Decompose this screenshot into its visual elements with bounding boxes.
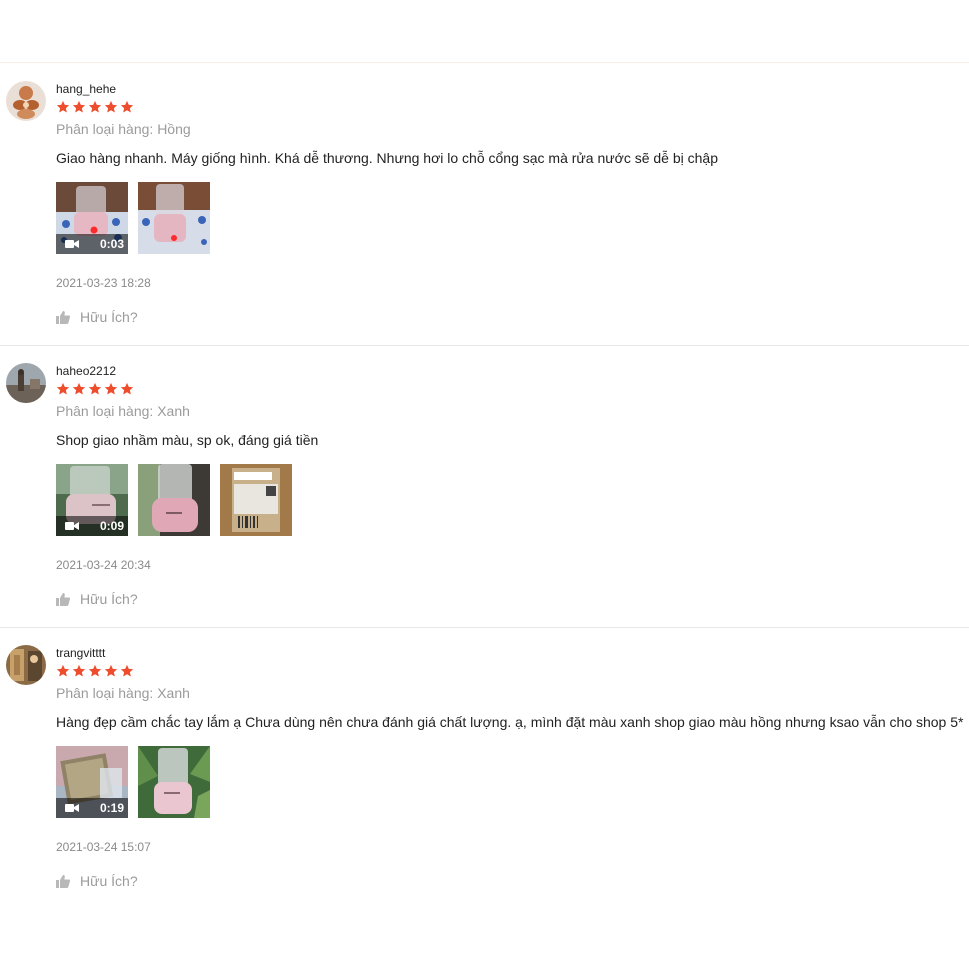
star-icon bbox=[120, 664, 134, 677]
star-icon bbox=[56, 382, 70, 395]
avatar[interactable] bbox=[6, 645, 46, 685]
top-divider bbox=[0, 62, 969, 63]
video-duration: 0:09 bbox=[99, 519, 124, 533]
variation-label: Phân loại hàng: Xanh bbox=[56, 403, 190, 419]
star-icon bbox=[104, 664, 118, 677]
star-icon bbox=[120, 100, 134, 113]
star-icon bbox=[88, 100, 102, 113]
review-image-thumbnail[interactable] bbox=[138, 464, 210, 536]
username[interactable]: haheo2212 bbox=[56, 364, 116, 378]
helpful-label: Hữu Ích? bbox=[80, 873, 138, 889]
helpful-label: Hữu Ích? bbox=[80, 309, 138, 325]
helpful-button[interactable]: Hữu Ích? bbox=[56, 591, 138, 607]
star-icon bbox=[88, 382, 102, 395]
thumbs-up-icon bbox=[56, 874, 70, 888]
review-image-thumbnail[interactable] bbox=[138, 182, 210, 254]
review-video-thumbnail[interactable]: 0:03 bbox=[56, 182, 128, 254]
variation-label: Phân loại hàng: Hồng bbox=[56, 121, 191, 137]
review-video-thumbnail[interactable]: 0:19 bbox=[56, 746, 128, 818]
review-media: 0:09 bbox=[56, 464, 292, 536]
star-icon bbox=[56, 100, 70, 113]
review-video-thumbnail[interactable]: 0:09 bbox=[56, 464, 128, 536]
review-comment: Hàng đẹp cầm chắc tay lắm ạ Chưa dùng nê… bbox=[56, 714, 964, 730]
review-image-thumbnail[interactable] bbox=[138, 746, 210, 818]
star-icon bbox=[56, 664, 70, 677]
helpful-button[interactable]: Hữu Ích? bbox=[56, 309, 138, 325]
avatar[interactable] bbox=[6, 363, 46, 403]
star-icon bbox=[104, 100, 118, 113]
star-icon bbox=[104, 382, 118, 395]
review-comment: Giao hàng nhanh. Máy giống hình. Khá dễ … bbox=[56, 150, 718, 166]
star-icon bbox=[72, 100, 86, 113]
star-icon bbox=[88, 664, 102, 677]
review-item: haheo2212 Phân loại hàng: Xanh Shop giao… bbox=[0, 346, 969, 628]
video-camera-icon bbox=[65, 240, 79, 248]
thumbs-up-icon bbox=[56, 310, 70, 324]
review-comment: Shop giao nhầm màu, sp ok, đáng giá tiền bbox=[56, 432, 319, 448]
star-icon bbox=[72, 382, 86, 395]
review-date: 2021-03-23 18:28 bbox=[56, 276, 151, 290]
username[interactable]: hang_hehe bbox=[56, 82, 116, 96]
video-camera-icon bbox=[65, 804, 79, 812]
review-item: hang_hehe Phân loại hàng: Hồng Giao hàng… bbox=[0, 64, 969, 346]
video-duration: 0:19 bbox=[99, 801, 124, 815]
video-camera-icon bbox=[65, 522, 79, 530]
helpful-button[interactable]: Hữu Ích? bbox=[56, 873, 138, 889]
star-rating bbox=[56, 382, 134, 398]
review-date: 2021-03-24 20:34 bbox=[56, 558, 151, 572]
review-item: trangvitttt Phân loại hàng: Xanh Hàng đẹ… bbox=[0, 628, 969, 910]
thumbs-up-icon bbox=[56, 592, 70, 606]
video-duration: 0:03 bbox=[99, 237, 124, 251]
variation-label: Phân loại hàng: Xanh bbox=[56, 685, 190, 701]
username[interactable]: trangvitttt bbox=[56, 646, 105, 660]
review-date: 2021-03-24 15:07 bbox=[56, 840, 151, 854]
star-icon bbox=[72, 664, 86, 677]
review-image-thumbnail[interactable] bbox=[220, 464, 292, 536]
review-media: 0:03 bbox=[56, 182, 210, 254]
avatar[interactable] bbox=[6, 81, 46, 121]
star-rating bbox=[56, 100, 134, 116]
star-icon bbox=[120, 382, 134, 395]
review-media: 0:19 bbox=[56, 746, 210, 818]
helpful-label: Hữu Ích? bbox=[80, 591, 138, 607]
star-rating bbox=[56, 664, 134, 680]
